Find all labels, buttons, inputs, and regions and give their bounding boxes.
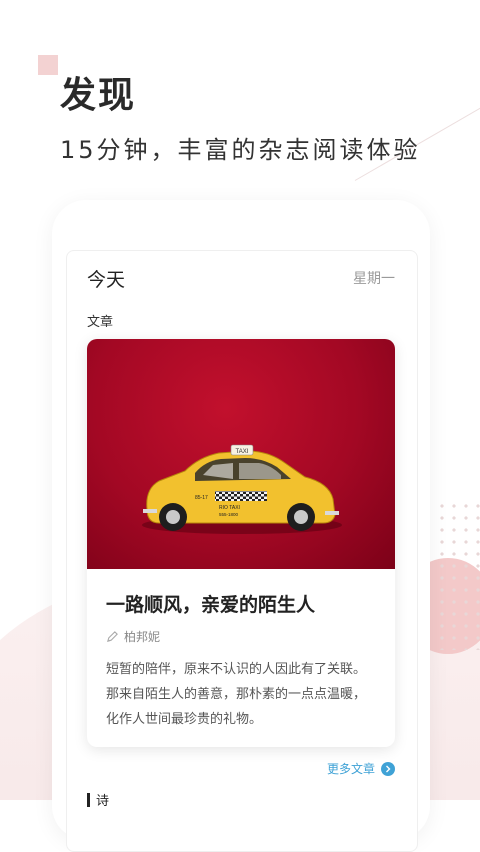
more-articles-label: 更多文章 bbox=[326, 762, 375, 776]
chevron-right-icon bbox=[381, 761, 395, 776]
more-articles-link[interactable]: 更多文章 bbox=[327, 760, 395, 777]
page-subtitle: 15分钟，丰富的杂志阅读体验 bbox=[60, 136, 421, 164]
page-title: 发现 bbox=[60, 75, 137, 116]
article-title: 一路顺风，亲爱的陌生人 bbox=[106, 594, 316, 616]
author-name: 柏邦妮 bbox=[124, 630, 161, 644]
decorative-square bbox=[38, 55, 58, 75]
article-card[interactable]: TAXI 85-17 RIO TAXI 555-1800 一路顺风，亲爱的陌生人… bbox=[87, 339, 395, 747]
taxi-door-text-2: 555-1800 bbox=[219, 512, 239, 517]
weekday-label: 星期一 bbox=[353, 271, 395, 287]
hero-header: 发现 bbox=[60, 72, 136, 120]
decorative-dot-grid bbox=[436, 500, 480, 650]
today-panel: 今天 星期一 文章 TAXI 85-17 RIO TAXI 555-1800 一… bbox=[66, 250, 418, 852]
taxi-car-number: 85-17 bbox=[195, 495, 208, 501]
article-excerpt: 短暂的陪伴，原来不认识的人因此有了关联。那来自陌生人的善意，那朴素的一点点温暖，… bbox=[106, 662, 367, 727]
article-cover-image: TAXI 85-17 RIO TAXI 555-1800 bbox=[87, 339, 395, 569]
today-title: 今天 bbox=[87, 269, 126, 291]
taxi-roof-sign: TAXI bbox=[236, 449, 249, 455]
taxi-illustration: TAXI 85-17 RIO TAXI 555-1800 bbox=[142, 444, 342, 534]
article-author: 柏邦妮 bbox=[106, 628, 160, 645]
taxi-door-text-1: RIO TAXI bbox=[219, 505, 240, 511]
article-section-label: 文章 bbox=[87, 315, 114, 330]
pen-icon bbox=[107, 631, 118, 642]
